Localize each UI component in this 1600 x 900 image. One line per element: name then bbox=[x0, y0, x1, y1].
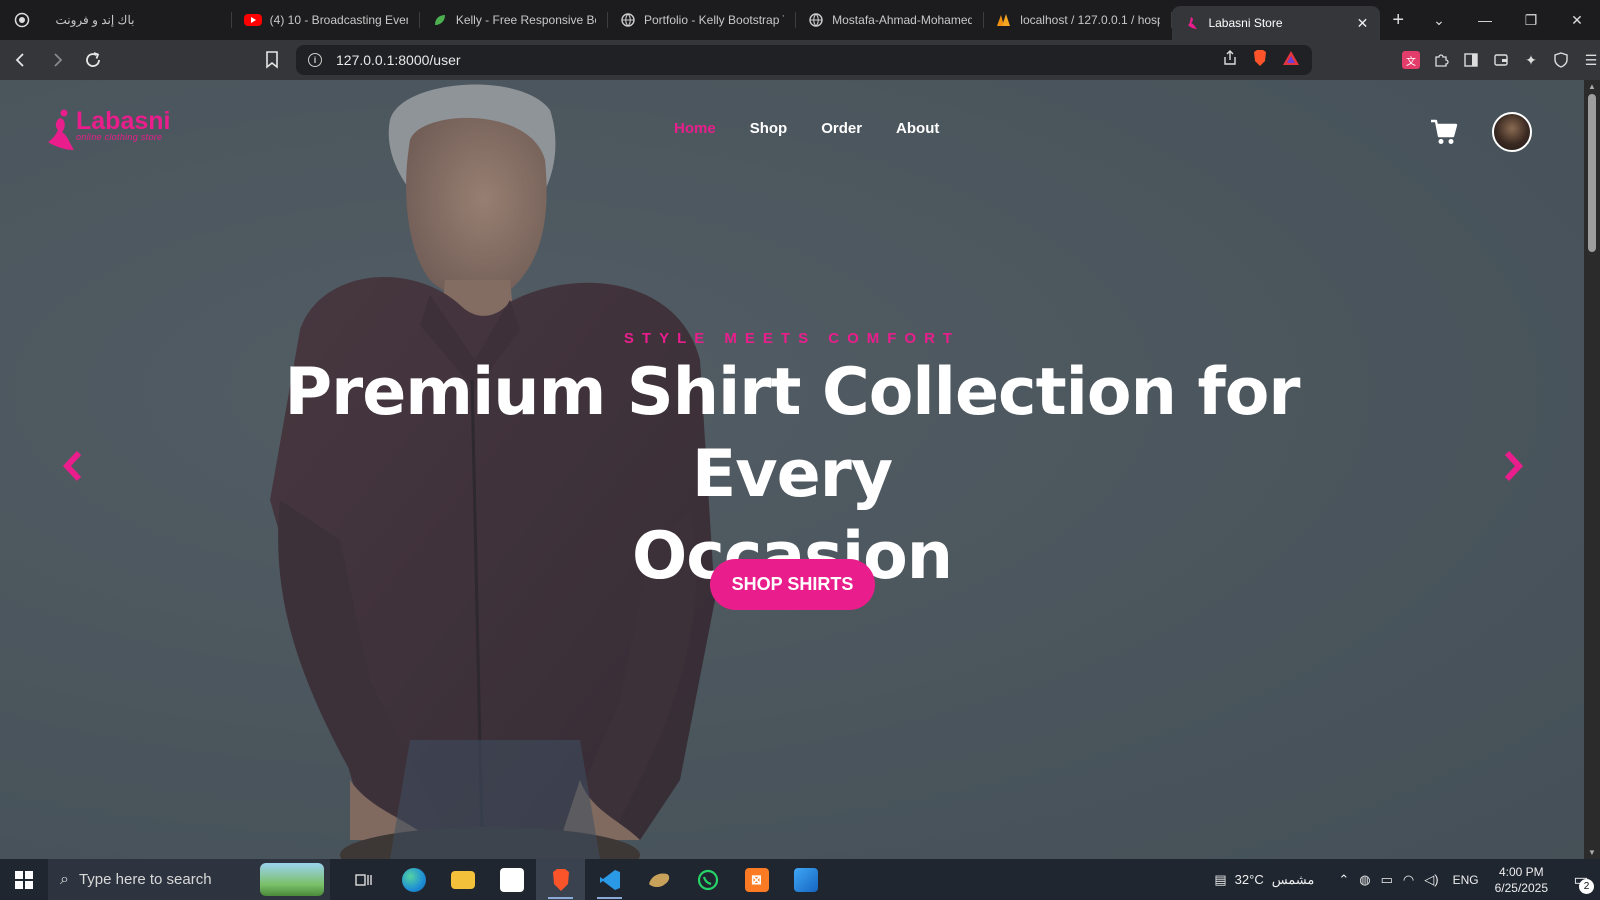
task-view-icon[interactable] bbox=[340, 859, 389, 900]
hero-headline-line1: Premium Shirt Collection for Every bbox=[284, 355, 1301, 512]
labasni-icon bbox=[1184, 15, 1200, 31]
taskbar-apps: ⊠ bbox=[340, 859, 830, 900]
xampp-icon[interactable]: ⊠ bbox=[732, 859, 781, 900]
browser-tab[interactable]: Portfolio - Kelly Bootstrap T bbox=[608, 0, 797, 40]
minimize-icon[interactable]: — bbox=[1462, 12, 1508, 28]
share-icon[interactable] bbox=[1222, 49, 1238, 71]
restore-icon[interactable]: ❐ bbox=[1508, 12, 1554, 29]
scroll-up-icon[interactable]: ▲ bbox=[1584, 82, 1600, 91]
clock-time: 4:00 PM bbox=[1498, 864, 1544, 879]
battery-icon[interactable]: ▭ bbox=[1381, 872, 1393, 888]
show-hidden-icons-chevron-icon[interactable]: ⌃ bbox=[1338, 872, 1349, 888]
close-tab-icon[interactable]: ✕ bbox=[1347, 15, 1369, 32]
address-bar[interactable]: i 127.0.0.1:8000/user bbox=[296, 45, 1312, 75]
page-viewport: Labasni online clothing store Home Shop … bbox=[0, 80, 1584, 859]
tab-title: Labasni Store bbox=[1208, 16, 1283, 30]
tab-title: Mostafa-Ahmad-Mohamed bbox=[832, 13, 973, 27]
globe-icon bbox=[808, 12, 824, 28]
browser-toolbar: i 127.0.0.1:8000/user 文 ✦ ☰ bbox=[0, 40, 1600, 80]
leaf-icon bbox=[432, 12, 448, 28]
extensions-puzzle-icon[interactable] bbox=[1432, 51, 1450, 69]
browser-menu-icon[interactable]: ☰ bbox=[1582, 51, 1600, 69]
new-tab-icon[interactable]: + bbox=[1380, 9, 1416, 32]
clock[interactable]: 4:00 PM 6/25/2025 bbox=[1495, 864, 1548, 896]
dbeaver-icon[interactable] bbox=[634, 859, 683, 900]
store-icon[interactable] bbox=[487, 859, 536, 900]
newspaper-icon: ▤ bbox=[1214, 871, 1227, 887]
tab-menu-icon[interactable] bbox=[0, 0, 44, 40]
sidebar-icon[interactable] bbox=[1462, 51, 1480, 69]
hero-slide: STYLE MEETS COMFORT Premium Shirt Collec… bbox=[0, 80, 1584, 859]
whatsapp-icon[interactable] bbox=[683, 859, 732, 900]
vscode-icon[interactable] bbox=[585, 859, 634, 900]
vpn-shield-icon[interactable] bbox=[1552, 51, 1570, 69]
weather-widget[interactable]: ▤ 32°C مشمس bbox=[1214, 872, 1314, 888]
photos-icon[interactable] bbox=[781, 859, 830, 900]
notification-center-icon[interactable]: ▭ 2 bbox=[1562, 859, 1600, 900]
forward-icon[interactable] bbox=[42, 45, 72, 75]
edge-icon[interactable] bbox=[389, 859, 438, 900]
input-language[interactable]: ENG bbox=[1453, 873, 1479, 887]
search-highlight-image bbox=[260, 863, 324, 896]
browser-tab[interactable]: باك إند و فرونت bbox=[44, 0, 232, 40]
phpmyadmin-icon bbox=[996, 12, 1012, 28]
browser-tab[interactable]: localhost / 127.0.0.1 / hosp bbox=[984, 0, 1173, 40]
brave-icon[interactable] bbox=[536, 859, 585, 900]
system-tray: ▤ 32°C مشمس ⌃ ◍ ▭ ◠ ◁) ENG 4:00 PM 6/25/… bbox=[1214, 859, 1600, 900]
back-icon[interactable] bbox=[6, 45, 36, 75]
page-scrollbar[interactable]: ▲ ▼ bbox=[1584, 80, 1600, 859]
wallet-icon[interactable] bbox=[1492, 51, 1510, 69]
windows-start-icon[interactable] bbox=[0, 859, 48, 900]
tray-icons: ⌃ ◍ ▭ ◠ ◁) bbox=[1338, 872, 1438, 888]
search-placeholder: Type here to search bbox=[78, 871, 212, 888]
youtube-icon bbox=[243, 14, 262, 26]
tab-title: Portfolio - Kelly Bootstrap T bbox=[643, 13, 785, 27]
windows-taskbar: ⌕ Type here to search ⊠ ▤ 32°C مشمس ⌃ ◍ … bbox=[0, 859, 1600, 900]
globe-icon bbox=[620, 12, 636, 28]
tab-search-chevron-icon[interactable]: ⌄ bbox=[1416, 12, 1462, 29]
site-info-icon[interactable]: i bbox=[308, 53, 322, 67]
tab-title: (4) 10 - Broadcasting Event bbox=[269, 13, 408, 27]
close-window-icon[interactable]: ✕ bbox=[1554, 12, 1600, 29]
wifi-icon[interactable]: ◠ bbox=[1403, 872, 1414, 888]
window-controls: ⌄ — ❐ ✕ bbox=[1416, 0, 1600, 40]
weather-text: مشمس bbox=[1271, 871, 1315, 887]
volume-icon[interactable]: ◁) bbox=[1424, 872, 1438, 888]
scrollbar-thumb[interactable] bbox=[1588, 94, 1596, 252]
scroll-down-icon[interactable]: ▼ bbox=[1584, 848, 1600, 857]
brave-shields-icon[interactable] bbox=[1252, 49, 1268, 72]
browser-tab-strip: باك إند و فرونت (4) 10 - Broadcasting Ev… bbox=[0, 0, 1600, 40]
leo-ai-icon[interactable]: ✦ bbox=[1522, 51, 1540, 69]
tab-title: Kelly - Free Responsive Boo bbox=[455, 13, 596, 27]
browser-tab[interactable]: Kelly - Free Responsive Boo bbox=[420, 0, 608, 40]
browser-tab[interactable]: (4) 10 - Broadcasting Event bbox=[232, 0, 420, 40]
url-text[interactable]: 127.0.0.1:8000/user bbox=[336, 52, 461, 68]
carousel-next-icon[interactable] bbox=[1498, 448, 1528, 484]
file-explorer-icon[interactable] bbox=[438, 859, 487, 900]
shop-shirts-button[interactable]: SHOP SHIRTS bbox=[710, 559, 875, 610]
tab-title: localhost / 127.0.0.1 / hosp bbox=[1020, 13, 1161, 27]
notification-count: 2 bbox=[1579, 879, 1594, 894]
tab-title: باك إند و فرونت bbox=[55, 13, 135, 27]
brave-rewards-icon[interactable] bbox=[1282, 50, 1300, 71]
search-icon: ⌕ bbox=[60, 870, 69, 888]
camera-icon[interactable]: ◍ bbox=[1359, 872, 1370, 888]
clock-date: 6/25/2025 bbox=[1494, 880, 1548, 895]
weather-temp: 32°C bbox=[1234, 872, 1264, 887]
browser-tab-active[interactable]: Labasni Store ✕ bbox=[1172, 6, 1381, 40]
browser-tab[interactable]: Mostafa-Ahmad-Mohamed bbox=[796, 0, 985, 40]
hero-tagline: STYLE MEETS COMFORT bbox=[623, 330, 961, 347]
translate-extension-icon[interactable]: 文 bbox=[1402, 51, 1420, 69]
carousel-prev-icon[interactable] bbox=[58, 448, 88, 484]
extensions-area: 文 ✦ ☰ bbox=[1402, 51, 1600, 69]
taskbar-search[interactable]: ⌕ Type here to search bbox=[48, 859, 330, 900]
reload-icon[interactable] bbox=[78, 45, 108, 75]
bookmark-icon[interactable] bbox=[258, 51, 286, 69]
